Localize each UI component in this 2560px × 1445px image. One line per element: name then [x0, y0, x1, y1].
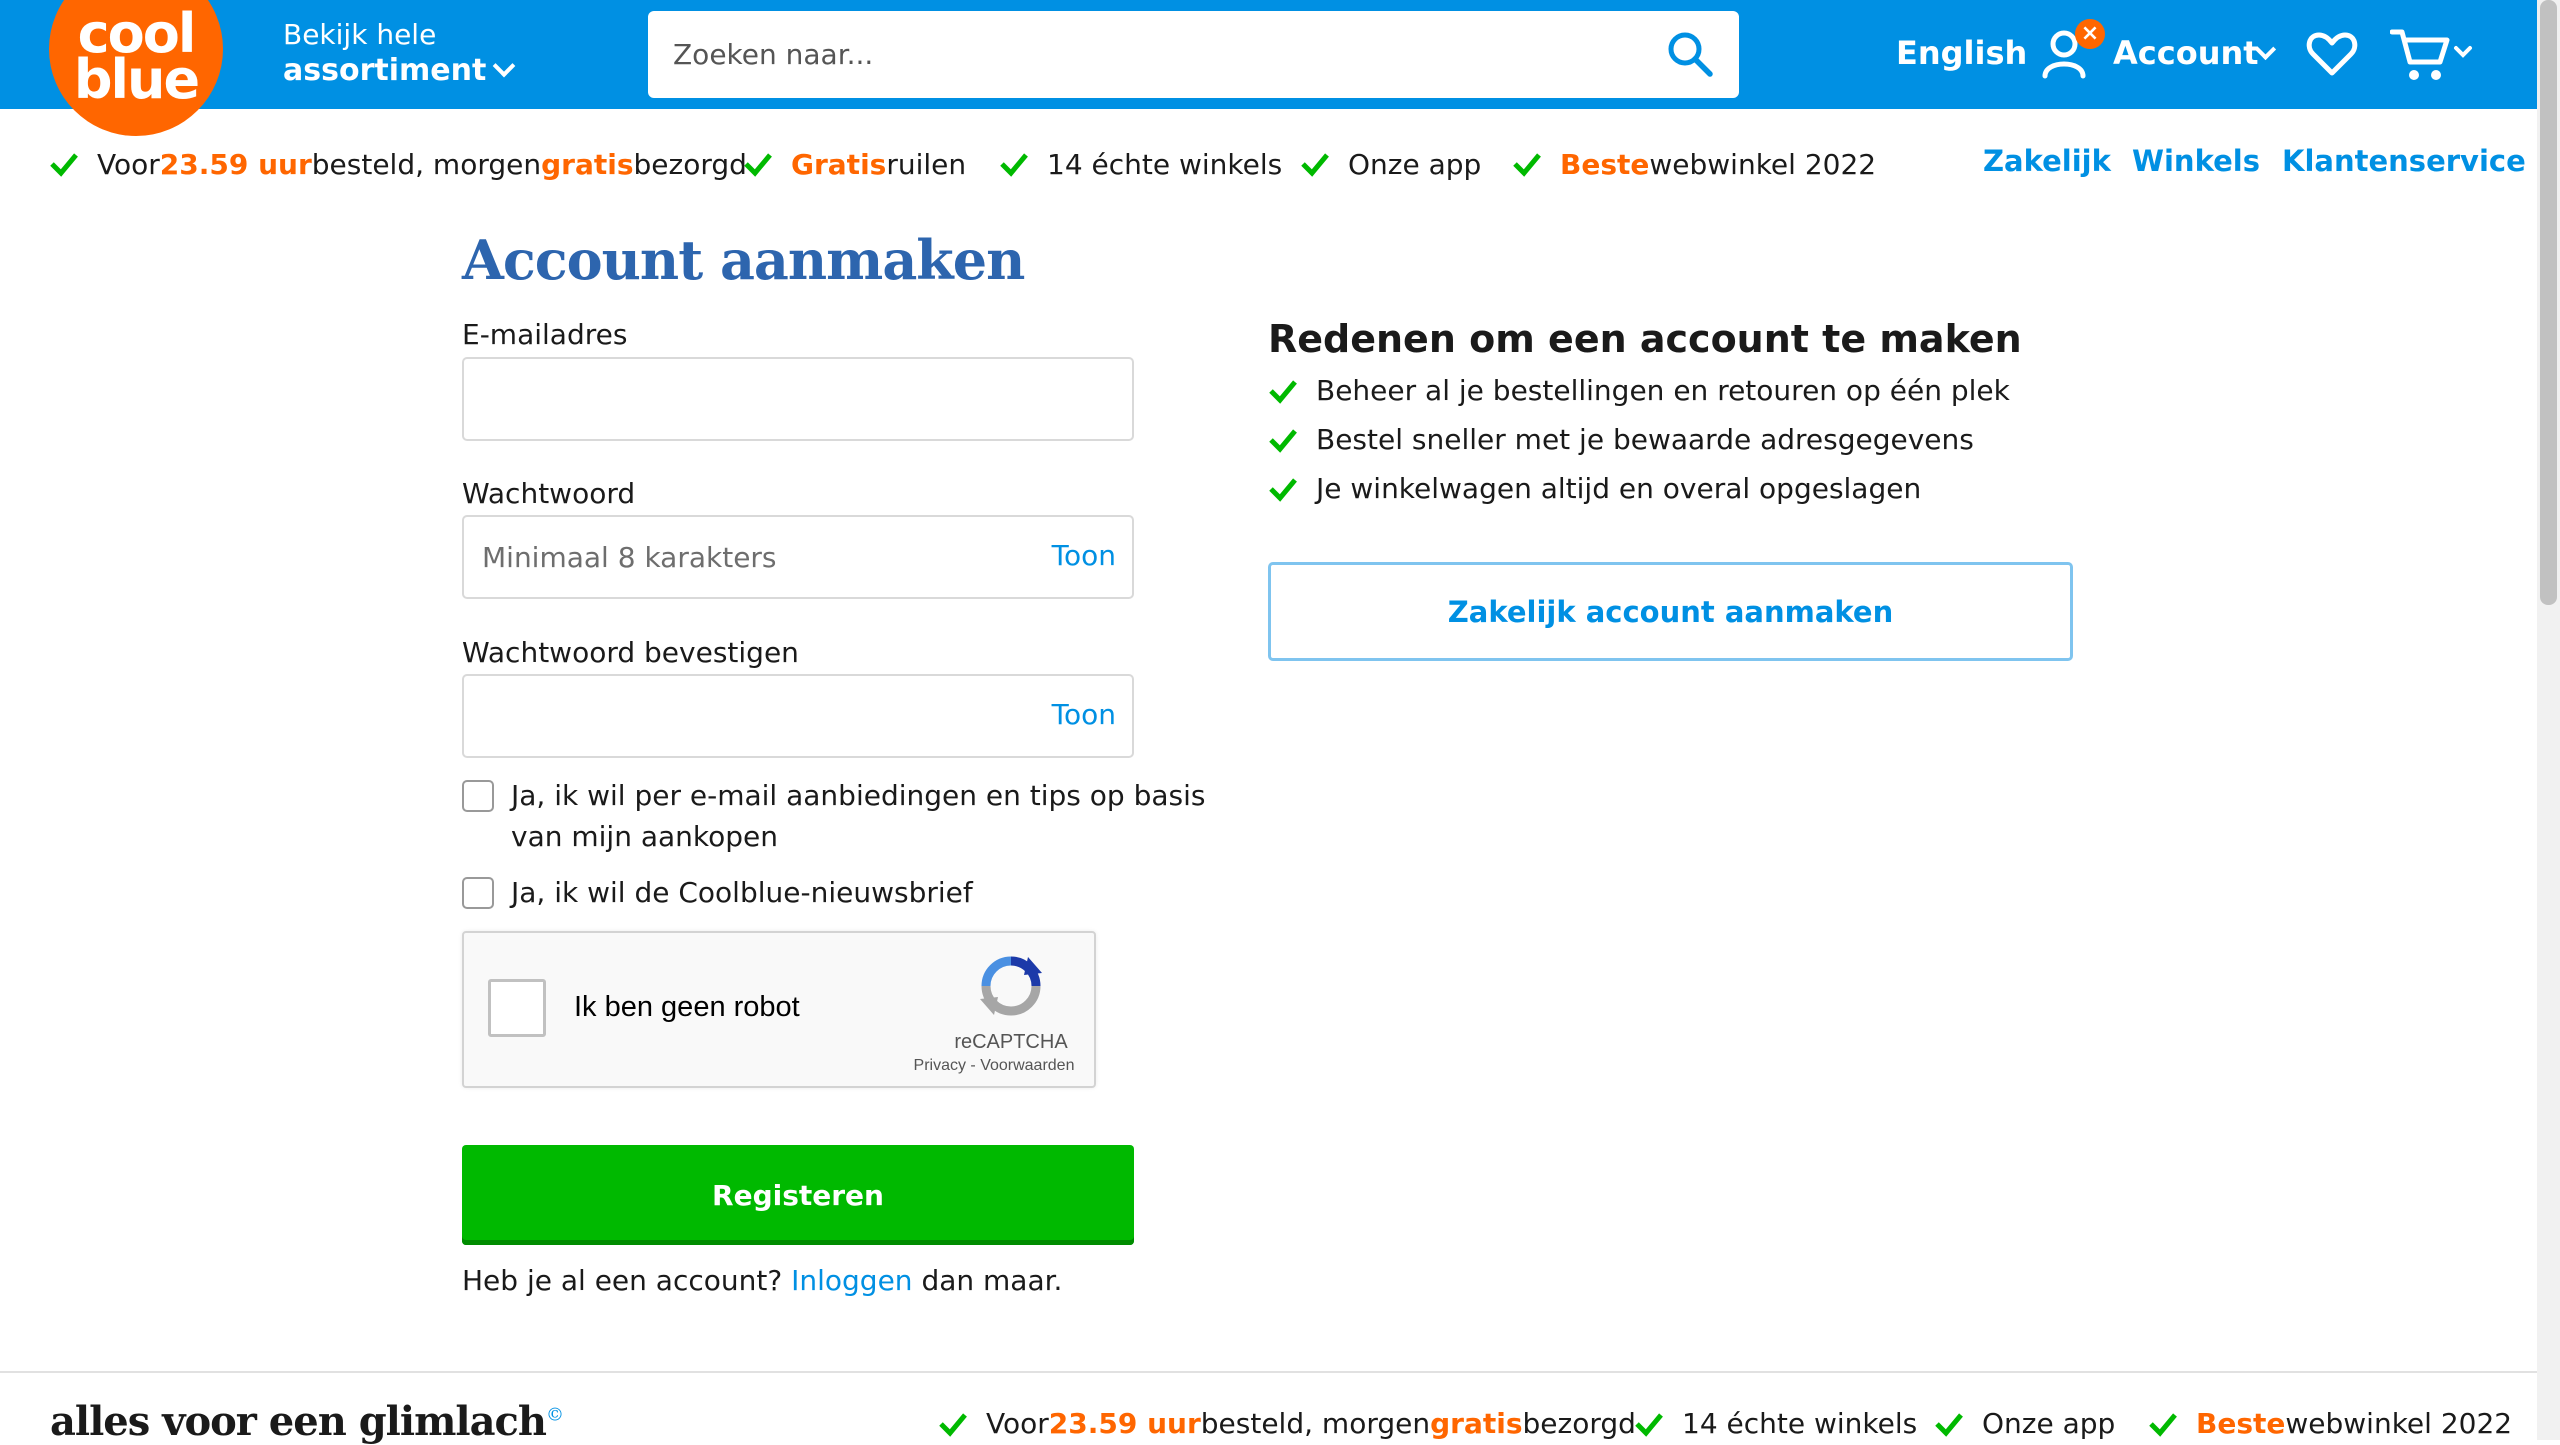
checkmark-icon [1269, 477, 1297, 502]
search-input[interactable] [648, 11, 1598, 98]
password-field[interactable] [464, 517, 1060, 597]
reasons-title: Redenen om een account te maken [1268, 317, 2022, 361]
language-switch-link[interactable]: English [1896, 34, 2027, 72]
checkmark-icon [939, 1412, 967, 1437]
reason-item: Beheer al je bestellingen en retouren op… [1268, 374, 2010, 407]
password-label: Wachtwoord [462, 477, 636, 510]
reason-item: Bestel sneller met je bewaarde adresgege… [1268, 423, 1974, 456]
email-field[interactable] [464, 359, 1060, 439]
recaptcha-label: Ik ben geen robot [574, 991, 800, 1023]
recaptcha-widget: Ik ben geen robot reCAPTCHA Privacy - Vo… [462, 931, 1096, 1088]
password-confirm-field-box: Toon [462, 674, 1134, 758]
recaptcha-checkbox[interactable] [488, 979, 546, 1037]
browse-label-line2: assortiment [283, 52, 516, 90]
usp-app: Onze app [1300, 144, 1481, 184]
checkmark-icon [2149, 1412, 2177, 1437]
checkmark-icon [1935, 1412, 1963, 1437]
footer-slogan: alles voor een glimlach© [50, 1398, 564, 1445]
newsletter-checkbox-label[interactable]: Ja, ik wil de Coolblue-nieuwsbrief [511, 872, 973, 913]
wishlist-heart-icon[interactable] [2306, 30, 2358, 78]
usp-delivery: Voor 23.59 uur besteld, morgen gratis be… [49, 144, 747, 184]
scrollbar-thumb[interactable] [2540, 0, 2557, 605]
show-password-confirm-toggle[interactable]: Toon [1052, 698, 1116, 731]
search-bar [648, 11, 1739, 98]
offers-checkbox[interactable] [462, 780, 494, 812]
checkmark-icon [50, 153, 78, 177]
usp-award: Beste webwinkel 2022 [1512, 144, 1876, 184]
login-prompt: Heb je al een account? Inloggen dan maar… [462, 1264, 1063, 1297]
checkmark-icon [1269, 428, 1297, 453]
coolblue-logo[interactable]: cool blue [49, 0, 223, 136]
checkmark-icon [1513, 153, 1541, 177]
recaptcha-logo-icon [980, 956, 1042, 1016]
browse-label-line1: Bekijk hele [283, 18, 437, 51]
login-link[interactable]: Inloggen [791, 1264, 912, 1297]
search-icon[interactable] [1665, 29, 1715, 79]
register-button[interactable]: Registeren [462, 1145, 1134, 1245]
account-label: Account [2113, 34, 2259, 72]
logged-out-badge-icon: × [2075, 19, 2105, 49]
recaptcha-brand: reCAPTCHA [954, 1031, 1068, 1053]
checkmark-icon [1635, 1412, 1663, 1437]
link-klantenservice[interactable]: Klantenservice [2282, 144, 2526, 178]
usp-stores: 14 échte winkels [999, 144, 1282, 184]
usp-returns: Gratis ruilen [743, 144, 966, 184]
reason-item: Je winkelwagen altijd en overal opgeslag… [1268, 472, 1921, 505]
chevron-down-icon [492, 54, 516, 78]
footer-usp-stores: 14 échte winkels [1634, 1407, 1917, 1440]
password-confirm-label: Wachtwoord bevestigen [462, 636, 799, 669]
page-title: Account aanmaken [462, 228, 1025, 292]
footer-divider [0, 1371, 2537, 1373]
business-account-button[interactable]: Zakelijk account aanmaken [1268, 562, 2073, 661]
password-confirm-field[interactable] [464, 676, 1060, 756]
password-field-box: Toon [462, 515, 1134, 599]
checkmark-icon [744, 153, 772, 177]
checkmark-icon [1000, 153, 1028, 177]
link-winkels[interactable]: Winkels [2132, 144, 2260, 178]
email-field-box [462, 357, 1134, 441]
shopping-cart-icon[interactable] [2390, 26, 2474, 84]
newsletter-checkbox[interactable] [462, 877, 494, 909]
link-zakelijk[interactable]: Zakelijk [1983, 144, 2111, 178]
footer-usp-delivery: Voor 23.59 uur besteld, morgen gratis be… [938, 1407, 1636, 1440]
top-header: cool blue Bekijk hele assortiment Englis… [0, 0, 2537, 136]
checkmark-icon [1301, 153, 1329, 177]
recaptcha-links[interactable]: Privacy - Voorwaarden [894, 1057, 1094, 1075]
show-password-toggle[interactable]: Toon [1052, 539, 1116, 572]
footer-usp-award: Beste webwinkel 2022 [2148, 1407, 2512, 1440]
footer-usp-app: Onze app [1934, 1407, 2115, 1440]
browse-assortment-button[interactable]: Bekijk hele assortiment [283, 18, 516, 90]
email-label: E-mailadres [462, 318, 628, 351]
registered-mark-icon: © [545, 1404, 564, 1426]
checkmark-icon [1269, 379, 1297, 404]
offers-checkbox-label[interactable]: Ja, ik wil per e-mail aanbiedingen en ti… [511, 775, 1205, 857]
